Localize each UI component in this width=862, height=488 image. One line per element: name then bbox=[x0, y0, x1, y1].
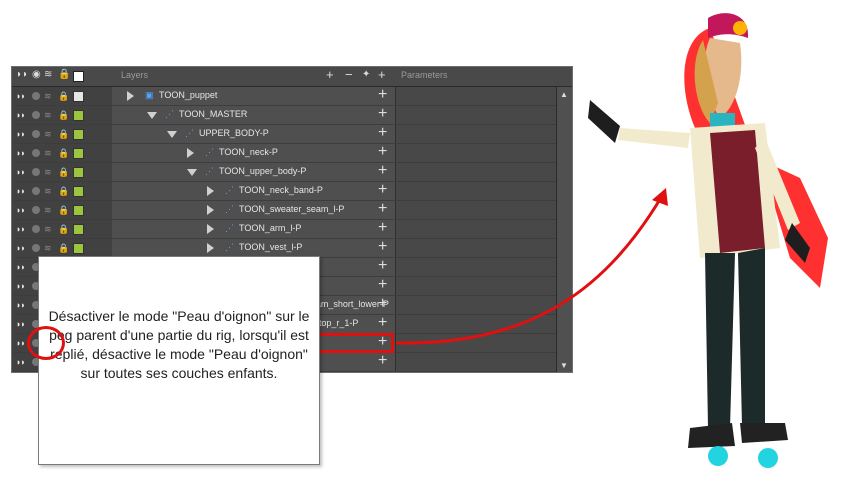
right-leg-icon bbox=[738, 248, 765, 426]
left-hand-icon bbox=[588, 100, 620, 143]
left-leg-icon bbox=[705, 253, 735, 428]
left-arm-icon bbox=[618, 128, 690, 148]
skate-wheel-back-icon bbox=[758, 448, 778, 468]
skate-wheel-front-icon bbox=[708, 446, 728, 466]
character-illustration bbox=[588, 13, 828, 468]
goggles-icon bbox=[733, 21, 747, 35]
callout-box: Désactiver le mode "Peau d'oignon" sur l… bbox=[38, 256, 320, 465]
highlight-onion-skin-circle bbox=[27, 326, 65, 360]
callout-text: Désactiver le mode "Peau d'oignon" sur l… bbox=[48, 308, 310, 381]
left-shoe-icon bbox=[688, 423, 735, 448]
right-shoe-icon bbox=[740, 423, 788, 443]
